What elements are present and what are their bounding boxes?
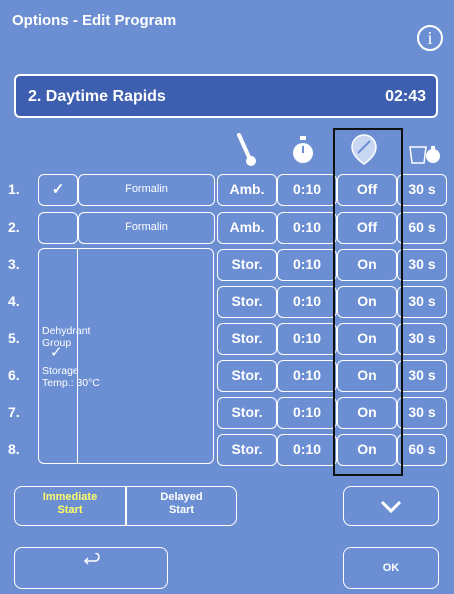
group-storage-temp: Storage Temp.: 30°C xyxy=(42,365,100,389)
ok-button[interactable]: OK xyxy=(343,547,439,589)
row-number: 1. xyxy=(8,181,20,197)
drain-cell[interactable]: 30 s xyxy=(397,249,447,281)
temp-cell[interactable]: Stor. xyxy=(217,397,277,429)
row-number: 5. xyxy=(8,330,20,346)
drain-cell[interactable]: 30 s xyxy=(397,397,447,429)
time-cell[interactable]: 0:10 xyxy=(277,397,337,429)
drain-time-icon xyxy=(409,146,440,164)
row-number: 6. xyxy=(8,367,20,383)
row-number: 3. xyxy=(8,256,20,272)
drain-cell[interactable]: 30 s xyxy=(397,360,447,392)
immediate-start-button[interactable]: Immediate Start xyxy=(14,491,126,517)
drain-cell[interactable]: 60 s xyxy=(397,434,447,466)
drain-cell[interactable]: 30 s xyxy=(397,323,447,355)
program-time: 02:43 xyxy=(385,88,426,105)
time-cell[interactable]: 0:10 xyxy=(277,286,337,318)
program-name: 2. Daytime Rapids xyxy=(28,88,166,105)
row-number: 2. xyxy=(8,219,20,235)
delayed-start-button[interactable]: Delayed Start xyxy=(126,491,237,517)
step-check[interactable] xyxy=(38,212,78,244)
time-cell[interactable]: 0:10 xyxy=(277,212,337,244)
drain-cell[interactable]: 60 s xyxy=(397,212,447,244)
thermometer-icon xyxy=(237,133,256,166)
undo-arrow-icon xyxy=(83,552,100,565)
row-number: 4. xyxy=(8,293,20,309)
time-cell[interactable]: 0:10 xyxy=(277,174,337,206)
temp-cell[interactable]: Stor. xyxy=(217,249,277,281)
time-cell[interactable]: 0:10 xyxy=(277,323,337,355)
info-button[interactable]: i xyxy=(417,25,443,51)
group-name: Dehydrant Group xyxy=(42,325,91,349)
back-button[interactable] xyxy=(14,547,168,589)
selected-column-highlight xyxy=(333,128,403,476)
chevron-down-icon xyxy=(380,500,402,514)
program-bar[interactable]: 2. Daytime Rapids 02:43 xyxy=(14,74,438,118)
stopwatch-icon xyxy=(293,136,313,163)
page-title: Options - Edit Program xyxy=(12,12,177,29)
temp-cell[interactable]: Stor. xyxy=(217,286,277,318)
time-cell[interactable]: 0:10 xyxy=(277,249,337,281)
scroll-down-button[interactable] xyxy=(343,486,439,526)
step-check[interactable]: ✓ xyxy=(38,174,78,206)
drain-cell[interactable]: 30 s xyxy=(397,174,447,206)
drain-cell[interactable]: 30 s xyxy=(397,286,447,318)
reagent-name[interactable]: Formalin xyxy=(78,212,215,244)
time-cell[interactable]: 0:10 xyxy=(277,434,337,466)
reagent-name[interactable]: Formalin xyxy=(78,174,215,206)
row-number: 8. xyxy=(8,441,20,457)
temp-cell[interactable]: Stor. xyxy=(217,323,277,355)
temp-cell[interactable]: Stor. xyxy=(217,360,277,392)
temp-cell[interactable]: Amb. xyxy=(217,174,277,206)
time-cell[interactable]: 0:10 xyxy=(277,360,337,392)
temp-cell[interactable]: Stor. xyxy=(217,434,277,466)
temp-cell[interactable]: Amb. xyxy=(217,212,277,244)
row-number: 7. xyxy=(8,404,20,420)
